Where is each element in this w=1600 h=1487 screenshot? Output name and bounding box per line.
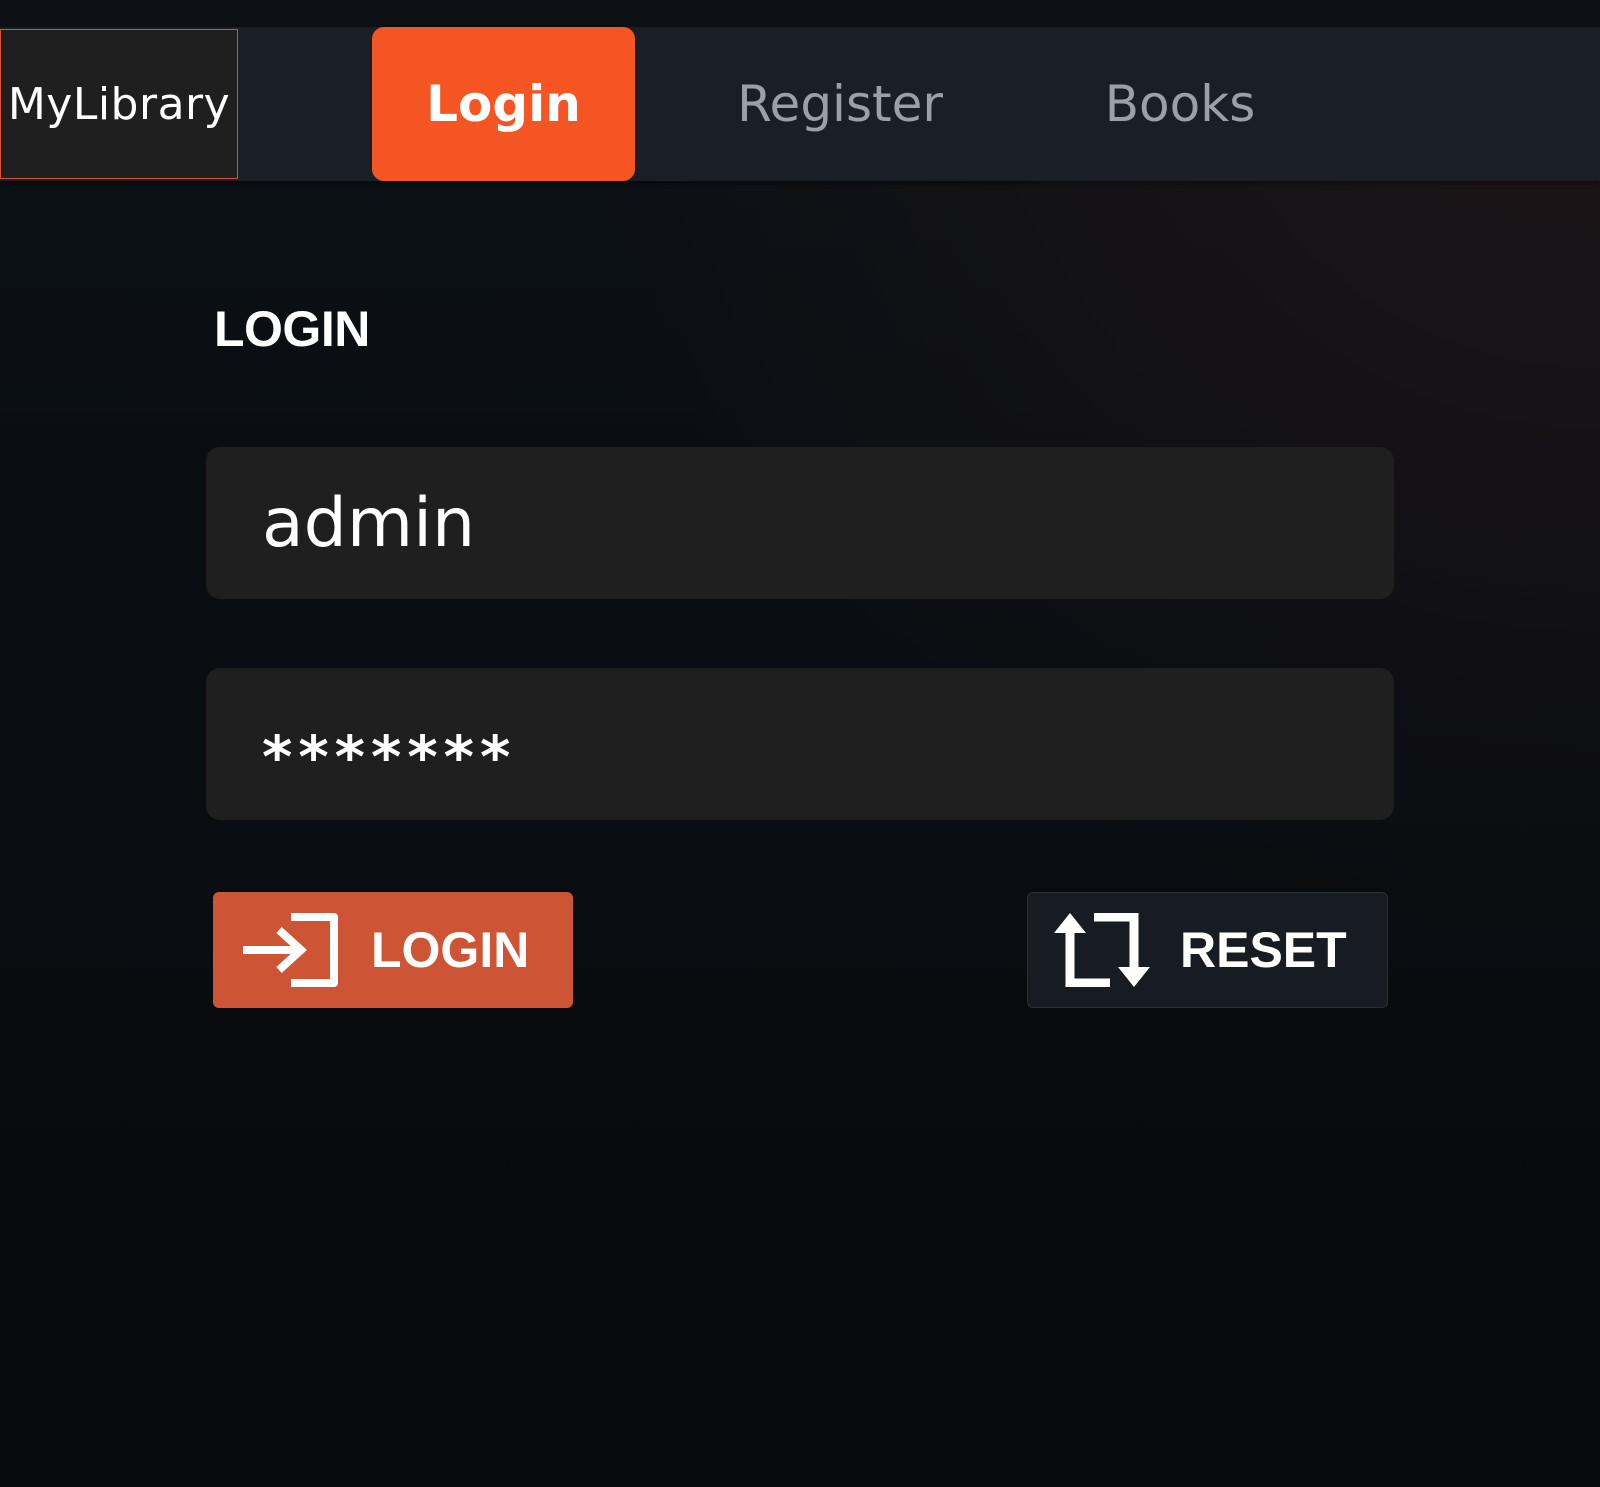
navbar: MyLibrary Login Register Books <box>0 27 1600 181</box>
reset-button-label: RESET <box>1180 922 1347 978</box>
password-field: ******* <box>206 668 1394 820</box>
sign-in-icon <box>241 913 339 987</box>
username-input[interactable] <box>262 483 1394 563</box>
brand-logo[interactable]: MyLibrary <box>0 29 238 179</box>
retweet-icon <box>1054 913 1150 987</box>
reset-button[interactable]: RESET <box>1027 892 1388 1008</box>
top-strip <box>0 0 1600 27</box>
login-button-label: LOGIN <box>371 922 530 978</box>
username-field <box>206 447 1394 599</box>
form-title: LOGIN <box>214 301 370 357</box>
tab-login[interactable]: Login <box>372 27 635 181</box>
tab-books[interactable]: Books <box>1080 27 1280 181</box>
tab-register[interactable]: Register <box>700 27 980 181</box>
login-button[interactable]: LOGIN <box>213 892 573 1008</box>
password-input[interactable]: ******* <box>262 697 516 791</box>
